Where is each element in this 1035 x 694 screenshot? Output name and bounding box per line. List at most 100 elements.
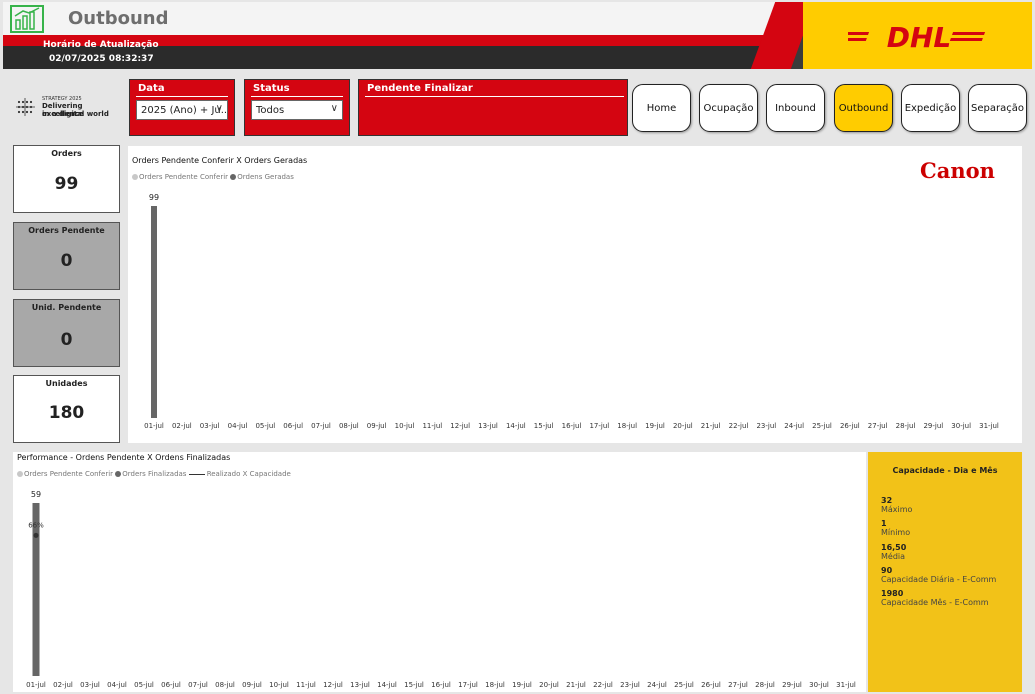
x-tick-label: 19-jul: [645, 422, 665, 430]
header-banner: Outbound Horário de Atualização 02/07/20…: [3, 2, 1032, 69]
x-tick-label: 28-jul: [755, 681, 775, 689]
x-tick-label: 13-jul: [350, 681, 370, 689]
x-tick-label: 18-jul: [617, 422, 637, 430]
x-tick-label: 08-jul: [339, 422, 359, 430]
x-tick-label: 12-jul: [450, 422, 470, 430]
capacity-value: 1980: [881, 589, 904, 598]
filter-pendente-finalizar[interactable]: Pendente Finalizar: [358, 79, 628, 136]
x-tick-label: 25-jul: [812, 422, 832, 430]
x-tick-label: 23-jul: [756, 422, 776, 430]
x-tick-label: 31-jul: [979, 422, 999, 430]
x-tick-label: 09-jul: [367, 422, 387, 430]
filter-divider: [136, 96, 228, 97]
capacity-value: 32: [881, 496, 893, 505]
x-tick-label: 22-jul: [729, 422, 749, 430]
x-tick-label: 05-jul: [255, 422, 275, 430]
update-time-value: 02/07/2025 08:32:37: [49, 54, 154, 64]
x-tick-label: 02-jul: [53, 681, 73, 689]
kpi-orders-value: 99: [54, 174, 79, 194]
x-tick-label: 20-jul: [539, 681, 559, 689]
bar: [151, 206, 157, 418]
orders-chart-panel: Orders Pendente Conferir X Orders Gerada…: [128, 146, 1022, 443]
x-tick-label: 12-jul: [323, 681, 343, 689]
x-tick-label: 08-jul: [215, 681, 235, 689]
x-tick-label: 28-jul: [896, 422, 916, 430]
data-label: 59: [31, 490, 41, 499]
nav-inbound-button[interactable]: Inbound: [766, 84, 825, 132]
x-tick-label: 01-jul: [26, 681, 46, 689]
x-tick-label: 30-jul: [951, 422, 971, 430]
status-dropdown[interactable]: Todos ∨: [251, 100, 343, 120]
x-tick-label: 11-jul: [296, 681, 316, 689]
kpi-unid-pendente-value: 0: [60, 330, 73, 350]
kpi-unid-pendente-label: Unid. Pendente: [31, 303, 102, 312]
filter-status: Status Todos ∨: [244, 79, 350, 136]
nav-outbound-button[interactable]: Outbound: [834, 84, 893, 132]
nav-separacao-button[interactable]: Separação: [968, 84, 1027, 132]
capacity-value: 1: [881, 519, 887, 528]
performance-chart-panel: Performance - Ordens Pendente X Ordens F…: [13, 452, 866, 692]
filter-data: Data 2025 (Ano) + Ju... ∨: [129, 79, 235, 136]
nav-home-button[interactable]: Home: [632, 84, 691, 132]
capacity-label: Máximo: [881, 505, 913, 514]
x-tick-label: 19-jul: [512, 681, 532, 689]
x-tick-label: 06-jul: [283, 422, 303, 430]
page-title: Outbound: [68, 8, 169, 29]
capacity-value: 16,50: [881, 543, 907, 552]
dhl-logo-text: DHL: [887, 24, 952, 50]
line-point-label: 66%: [28, 521, 44, 529]
x-tick-label: 24-jul: [647, 681, 667, 689]
x-tick-label: 21-jul: [566, 681, 586, 689]
x-tick-label: 27-jul: [868, 422, 888, 430]
x-tick-label: 04-jul: [107, 681, 127, 689]
x-tick-label: 14-jul: [506, 422, 526, 430]
filter-divider: [251, 96, 343, 97]
orders-bar-chart: 01-jul 02-jul 03-jul 04-jul 05-jul 06-jul 07-j…: [144, 193, 999, 430]
nav-expedicao-button[interactable]: Expedição: [901, 84, 960, 132]
x-tick-label: 23-jul: [620, 681, 640, 689]
kpi-orders-pendente-value: 0: [60, 251, 73, 271]
x-tick-label: 05-jul: [134, 681, 154, 689]
capacity-mes: 1980 Capacidade Mês - E-Comm: [881, 589, 989, 607]
x-tick-label: 20-jul: [673, 422, 693, 430]
x-tick-label: 29-jul: [782, 681, 802, 689]
kpi-unidades-card: Unidades 180: [13, 375, 120, 443]
kpi-orders-pendente-card: Orders Pendente 0: [13, 222, 120, 290]
chart-growth-icon: [10, 5, 44, 33]
x-tick-label: 04-jul: [228, 422, 248, 430]
strategy-dots-icon: [16, 98, 35, 116]
data-dropdown[interactable]: 2025 (Ano) + Ju... ∨: [136, 100, 228, 120]
strategy-2025-logo: STRATEGY 2025 Delivering excellence in a…: [16, 96, 126, 122]
capacity-maximo: 32 Máximo: [881, 496, 912, 514]
chevron-down-icon: ∨: [215, 103, 223, 114]
data-label: 99: [149, 193, 159, 202]
x-tick-label: 25-jul: [674, 681, 694, 689]
kpi-orders-pendente-label: Orders Pendente: [28, 226, 105, 235]
capacity-label: Capacidade Diária - E-Comm: [881, 575, 997, 584]
x-tick-label: 13-jul: [478, 422, 498, 430]
x-tick-label: 07-jul: [311, 422, 331, 430]
x-tick-label: 30-jul: [809, 681, 829, 689]
filter-data-title: Data: [138, 83, 165, 94]
x-tick-label: 16-jul: [562, 422, 582, 430]
x-tick-label: 02-jul: [172, 422, 192, 430]
x-tick-label: 10-jul: [269, 681, 289, 689]
capacity-diaria: 90 Capacidade Diária - E-Comm: [881, 566, 996, 584]
x-tick-label: 03-jul: [80, 681, 100, 689]
x-tick-label: 29-jul: [923, 422, 943, 430]
x-tick-label: 18-jul: [485, 681, 505, 689]
capacity-minimo: 1 Mínimo: [881, 519, 910, 537]
x-tick-label: 09-jul: [242, 681, 262, 689]
nav-ocupacao-button[interactable]: Ocupação: [699, 84, 758, 132]
filter-status-title: Status: [253, 83, 290, 94]
filter-pendente-title: Pendente Finalizar: [367, 83, 473, 94]
x-tick-label: 31-jul: [836, 681, 856, 689]
x-tick-label: 10-jul: [395, 422, 415, 430]
capacity-label: Média: [881, 552, 906, 561]
kpi-unidades-label: Unidades: [45, 379, 88, 388]
x-tick-label: 03-jul: [200, 422, 220, 430]
strategy-line-3: in a digital world: [42, 110, 109, 118]
x-tick-label: 16-jul: [431, 681, 451, 689]
x-tick-label: 26-jul: [840, 422, 860, 430]
capacity-title: Capacidade - Dia e Mês: [892, 466, 998, 475]
